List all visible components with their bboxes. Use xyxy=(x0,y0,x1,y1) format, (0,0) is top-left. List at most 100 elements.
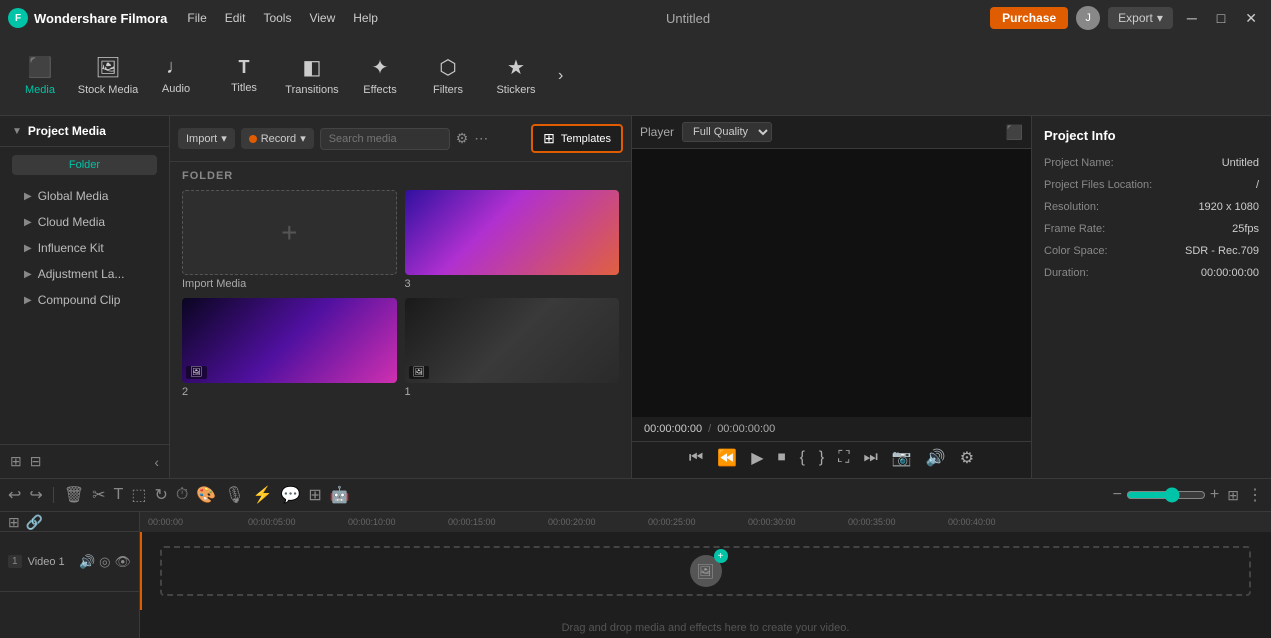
toolbar-more-button[interactable]: › xyxy=(552,67,569,85)
minimize-button[interactable]: ─ xyxy=(1181,8,1203,28)
filter-button[interactable]: ⚙ xyxy=(456,130,469,147)
pip-button[interactable]: ⊞ xyxy=(308,485,321,505)
media-item-import[interactable]: + Import Media xyxy=(182,190,397,290)
track-audio-button[interactable]: 🔊 xyxy=(79,554,95,570)
sidebar-item-influence-kit[interactable]: ▶ Influence Kit xyxy=(0,235,169,261)
folder-button[interactable]: Folder xyxy=(12,155,157,175)
toolbar-item-titles[interactable]: T Titles xyxy=(212,41,276,111)
undo-button[interactable]: ↩ xyxy=(8,485,21,505)
quality-select[interactable]: Full Quality 1/2 Quality 1/4 Quality xyxy=(682,122,772,142)
menu-help[interactable]: Help xyxy=(345,7,386,29)
titlebar-left: F Wondershare Filmora File Edit Tools Vi… xyxy=(8,7,386,29)
split-button[interactable]: ⚡ xyxy=(253,485,273,505)
audio-icon: ♩ xyxy=(166,56,186,79)
purchase-button[interactable]: Purchase xyxy=(990,7,1068,29)
titlebar-right: Purchase J Export ▾ ─ □ ✕ xyxy=(990,6,1263,30)
prev-clip-button[interactable]: ⏮ xyxy=(685,447,707,469)
sidebar-item-compound-clip[interactable]: ▶ Compound Clip xyxy=(0,287,169,313)
menu-view[interactable]: View xyxy=(301,7,343,29)
media-item-2[interactable]: 🖼 2 xyxy=(182,298,397,398)
sidebar-item-adjustment-la[interactable]: ▶ Adjustment La... xyxy=(0,261,169,287)
stickers-icon: ★ xyxy=(507,55,525,80)
info-row-resolution: Resolution: 1920 x 1080 xyxy=(1044,201,1259,213)
audio-tool-button[interactable]: 🎙 xyxy=(224,485,244,505)
record-button[interactable]: Record ▾ xyxy=(241,128,314,149)
project-media-header[interactable]: ▼ Project Media xyxy=(0,116,169,147)
time-mark-4: 00:00:20:00 xyxy=(548,517,648,527)
toolbar-item-stock-media[interactable]: 🖼 Stock Media xyxy=(76,41,140,111)
sidebar-item-global-media[interactable]: ▶ Global Media xyxy=(0,183,169,209)
panel-option-button[interactable]: ⊟ xyxy=(28,451,44,472)
settings-ctrl-button[interactable]: ⚙ xyxy=(956,446,978,470)
next-clip-button[interactable]: ⏭ xyxy=(859,447,881,469)
user-avatar[interactable]: J xyxy=(1076,6,1100,30)
snapshot-ctrl-button[interactable]: 📷 xyxy=(888,446,916,470)
toolbar-item-filters[interactable]: ⬡ Filters xyxy=(416,41,480,111)
toolbar-item-media[interactable]: ⬛ Media xyxy=(8,41,72,111)
menu-file[interactable]: File xyxy=(179,7,214,29)
menu-tools[interactable]: Tools xyxy=(255,7,299,29)
zoom-out-button[interactable]: − xyxy=(1113,486,1122,504)
close-button[interactable]: ✕ xyxy=(1239,8,1263,29)
redo-button[interactable]: ↪ xyxy=(29,485,42,505)
media-thumb-3[interactable] xyxy=(405,190,620,275)
preview-snapshot-button[interactable]: ⬛ xyxy=(1006,124,1023,141)
zoom-in-button[interactable]: + xyxy=(1210,486,1219,504)
media-thumb-1[interactable]: 🖼 xyxy=(405,298,620,383)
link-track-button[interactable]: 🔗 xyxy=(26,514,43,531)
media-item-1[interactable]: 🖼 1 xyxy=(405,298,620,398)
drop-zone: 🖼 + xyxy=(160,546,1251,596)
audio-ctrl-button[interactable]: 🔊 xyxy=(922,446,950,470)
stop-button[interactable]: ⏹ xyxy=(774,447,790,469)
track-visibility-button[interactable]: 👁 xyxy=(114,554,131,570)
time-mark-8: 00:00:40:00 xyxy=(948,517,1048,527)
maximize-button[interactable]: □ xyxy=(1211,8,1231,28)
preview-player-label: Player xyxy=(640,125,674,139)
zoom-slider[interactable] xyxy=(1126,487,1206,503)
media-item-3[interactable]: 3 xyxy=(405,190,620,290)
crop-button[interactable]: ⬚ xyxy=(131,485,146,505)
drop-icon: 🖼 + xyxy=(690,555,722,587)
add-track-button[interactable]: ⊞ xyxy=(8,514,20,531)
toolbar-item-stickers[interactable]: ★ Stickers xyxy=(484,41,548,111)
preview-toolbar: Player Full Quality 1/2 Quality 1/4 Qual… xyxy=(632,116,1031,149)
toolbar-item-effects[interactable]: ✦ Effects xyxy=(348,41,412,111)
mark-out-button[interactable]: } xyxy=(815,447,828,469)
track-mute-button[interactable]: ◎ xyxy=(99,554,110,570)
fullscreen-button[interactable]: ⛶ xyxy=(834,447,853,469)
menu-edit[interactable]: Edit xyxy=(217,7,254,29)
sidebar-item-cloud-media[interactable]: ▶ Cloud Media xyxy=(0,209,169,235)
media-thumb-2[interactable]: 🖼 xyxy=(182,298,397,383)
timeline-more-button[interactable]: ⋮ xyxy=(1247,485,1263,505)
subtitle-button[interactable]: 💬 xyxy=(280,485,300,505)
timeline-zoom: − + xyxy=(1113,486,1220,504)
import-media-thumb[interactable]: + xyxy=(182,190,397,275)
timeline-view-button[interactable]: ⊞ xyxy=(1227,487,1239,504)
menu-bar: File Edit Tools View Help xyxy=(179,7,386,29)
import-button[interactable]: Import ▾ xyxy=(178,128,235,149)
toolbar-item-audio[interactable]: ♩ Audio xyxy=(144,41,208,111)
mark-in-button[interactable]: { xyxy=(796,447,809,469)
color-button[interactable]: 🎨 xyxy=(196,485,216,505)
templates-button[interactable]: ⊞ Templates xyxy=(531,124,623,153)
toolbar-item-transitions[interactable]: ◧ Transitions xyxy=(280,41,344,111)
rotate-button[interactable]: ↻ xyxy=(154,485,167,505)
text-tool-button[interactable]: T xyxy=(114,486,124,504)
cut-button[interactable]: ✂ xyxy=(92,485,105,505)
ai-button[interactable]: 🤖 xyxy=(330,485,350,505)
add-panel-button[interactable]: ⊞ xyxy=(8,451,24,472)
time-mark-5: 00:00:25:00 xyxy=(648,517,748,527)
collapse-panel-button[interactable]: ‹ xyxy=(152,451,161,472)
media-more-button[interactable]: ⋯ xyxy=(474,130,488,147)
speed-button[interactable]: ⏱ xyxy=(176,486,188,504)
search-input[interactable] xyxy=(320,128,450,150)
toolbar-label-effects: Effects xyxy=(363,84,396,96)
project-info-title: Project Info xyxy=(1044,128,1259,143)
chevron-icon: ▶ xyxy=(24,191,32,202)
info-label-project-name: Project Name: xyxy=(1044,157,1114,169)
chevron-down-icon: ▾ xyxy=(221,132,227,145)
play-button[interactable]: ▶ xyxy=(747,446,767,470)
rewind-button[interactable]: ⏪ xyxy=(713,446,741,470)
delete-button[interactable]: 🗑 xyxy=(64,485,84,505)
export-button[interactable]: Export ▾ xyxy=(1108,7,1173,29)
